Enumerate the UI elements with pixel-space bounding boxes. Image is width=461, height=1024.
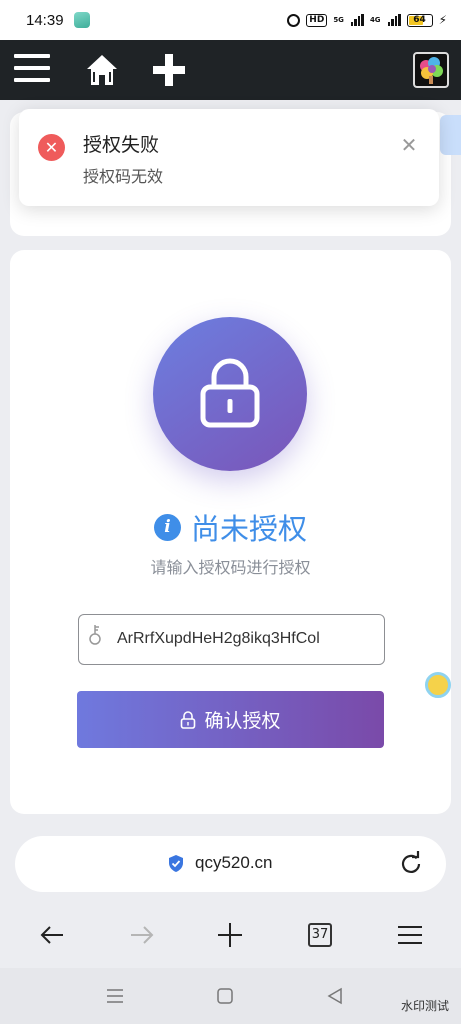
lock-badge [153,317,307,471]
home-icon[interactable] [84,52,120,88]
auth-code-input[interactable] [117,615,377,663]
key-icon [89,625,101,645]
confirm-auth-button[interactable]: 确认授权 [77,691,384,748]
plus-icon[interactable] [151,52,187,88]
status-time: 14:39 [26,11,64,29]
floating-action-icon[interactable] [425,672,451,698]
confirm-auth-label: 确认授权 [204,710,281,732]
tab-count-button[interactable]: 37 [308,923,332,947]
back-arrow-icon[interactable] [38,921,66,949]
system-navigation-bar: 水印测试 [0,968,461,1024]
network-type-2: 4G [369,16,381,24]
alarm-icon [287,13,301,27]
browser-menu-icon[interactable] [396,921,424,949]
error-icon: ✕ [38,134,65,161]
new-tab-icon[interactable] [216,921,244,949]
address-bar[interactable]: qcy520.cn [15,836,446,892]
lock-small-icon [181,710,196,729]
status-bar: 14:39 HD 5G 4G 64 ⚡ [0,0,461,40]
info-icon: i [153,513,181,541]
charging-icon: ⚡ [438,13,447,27]
partially-hidden-button[interactable] [440,115,461,155]
battery-icon: 64 [406,13,433,27]
forward-arrow-icon[interactable] [128,921,156,949]
signal-strength-2-icon [387,14,401,26]
home-nav-icon[interactable] [216,987,234,1005]
network-type-1: 5G [333,16,344,24]
toast-title: 授权失败 [83,134,160,156]
avatar[interactable] [413,52,449,88]
secure-shield-icon [169,855,183,872]
auth-code-field[interactable] [78,614,385,665]
recent-apps-icon[interactable] [106,988,124,1004]
auth-status-title: 尚未授权 [190,512,307,546]
close-icon[interactable]: ✕ [399,135,419,155]
reload-icon[interactable] [398,851,424,877]
status-indicators: HD 5G 4G 64 ⚡ [287,13,447,27]
app-notification-icon [73,12,90,28]
hd-badge: HD [306,13,328,27]
watermark-text: 水印测试 [400,999,449,1013]
app-header [0,40,461,100]
browser-toolbar [0,905,461,965]
battery-level: 64 [413,14,426,25]
hamburger-menu-icon[interactable] [14,54,50,86]
back-nav-icon[interactable] [326,987,344,1005]
auth-subtitle: 请输入授权码进行授权 [150,558,311,577]
error-toast: ✕ 授权失败 授权码无效 ✕ [19,109,439,206]
signal-strength-1-icon [350,14,364,26]
lock-icon [200,358,260,428]
url-text: qcy520.cn [195,853,273,872]
auth-status-row: i 尚未授权 [0,506,461,548]
toast-message: 授权码无效 [83,167,164,186]
